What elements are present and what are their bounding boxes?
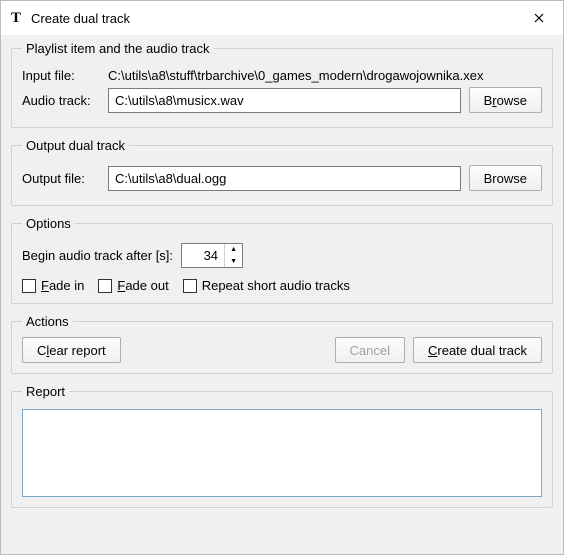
group-actions: Actions Clear report Cancel Create dual …: [11, 314, 553, 374]
spinner-down-button[interactable]: ▼: [225, 256, 242, 268]
group-options-legend: Options: [22, 216, 75, 231]
fade-out-label: Fade out: [117, 278, 168, 293]
repeat-label: Repeat short audio tracks: [202, 278, 350, 293]
group-report: Report: [11, 384, 553, 508]
input-file-label: Input file:: [22, 68, 100, 83]
checkbox-icon: [183, 279, 197, 293]
group-actions-legend: Actions: [22, 314, 73, 329]
spinner-up-button[interactable]: ▲: [225, 244, 242, 256]
begin-after-input[interactable]: [182, 244, 224, 267]
close-button[interactable]: [517, 3, 561, 33]
group-options: Options Begin audio track after [s]: ▲ ▼…: [11, 216, 553, 304]
audio-track-label: Audio track:: [22, 93, 100, 108]
group-playlist: Playlist item and the audio track Input …: [11, 41, 553, 128]
audio-track-input[interactable]: [108, 88, 461, 113]
fade-out-checkbox[interactable]: Fade out: [98, 278, 168, 293]
fade-in-checkbox[interactable]: Fade in: [22, 278, 84, 293]
begin-after-spinner[interactable]: ▲ ▼: [181, 243, 243, 268]
clear-report-button[interactable]: Clear report: [22, 337, 121, 363]
group-report-legend: Report: [22, 384, 69, 399]
checkbox-icon: [22, 279, 36, 293]
title-bar: T Create dual track: [1, 1, 563, 35]
window-title: Create dual track: [31, 11, 517, 26]
output-file-label: Output file:: [22, 171, 100, 186]
browse-output-button[interactable]: Browse: [469, 165, 542, 191]
app-icon: T: [11, 10, 21, 27]
group-output-legend: Output dual track: [22, 138, 129, 153]
report-output: [22, 409, 542, 497]
fade-in-label: Fade in: [41, 278, 84, 293]
close-icon: [534, 13, 544, 23]
repeat-checkbox[interactable]: Repeat short audio tracks: [183, 278, 350, 293]
input-file-path: C:\utils\a8\stuff\trbarchive\0_games_mod…: [108, 68, 542, 83]
cancel-button: Cancel: [335, 337, 405, 363]
group-playlist-legend: Playlist item and the audio track: [22, 41, 214, 56]
checkbox-icon: [98, 279, 112, 293]
begin-after-label: Begin audio track after [s]:: [22, 248, 173, 263]
create-dual-track-button[interactable]: Create dual track: [413, 337, 542, 363]
output-file-input[interactable]: [108, 166, 461, 191]
group-output: Output dual track Output file: Browse: [11, 138, 553, 206]
browse-audio-button[interactable]: Browse: [469, 87, 542, 113]
